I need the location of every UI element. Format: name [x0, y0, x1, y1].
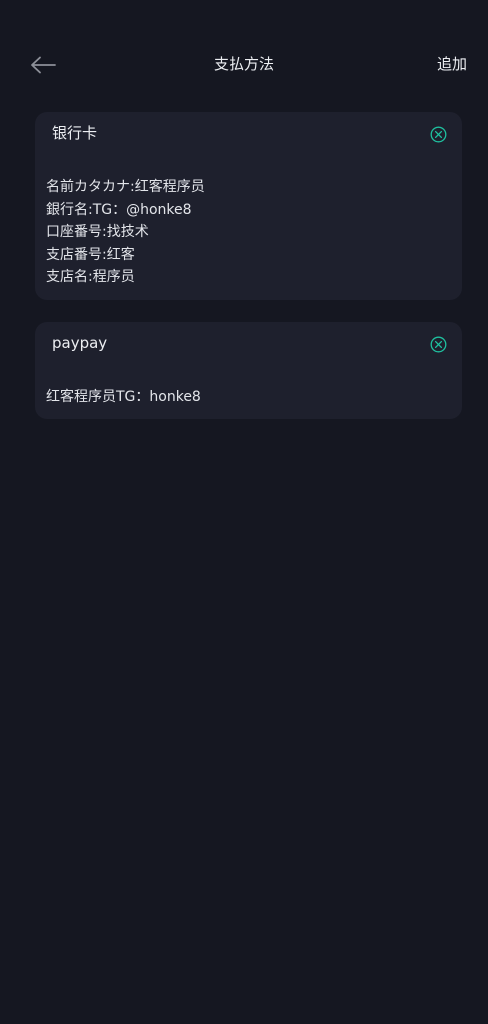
payment-method-details: 红客程序员TG：honke8: [46, 386, 201, 409]
detail-line: 红客程序员TG：honke8: [46, 389, 201, 405]
payment-method-title: paypay: [52, 334, 108, 352]
page-title: 支払方法: [213, 55, 274, 73]
payment-method-details: 名前カタカナ:红客程序员 銀行名:TG：@honke8 口座番号:找技术 支店番…: [46, 176, 205, 289]
circle-x-icon: [430, 336, 447, 353]
detail-line: 口座番号:找技术: [46, 224, 149, 240]
remove-button[interactable]: [430, 336, 447, 353]
detail-line: 銀行名:TG：@honke8: [46, 201, 192, 218]
detail-line: 名前カタカナ:红客程序员: [46, 179, 205, 195]
detail-line: 支店番号:红客: [46, 246, 135, 263]
remove-button[interactable]: [430, 126, 447, 143]
circle-x-icon: [430, 126, 447, 143]
add-button[interactable]: 追加: [437, 53, 467, 75]
payment-method-card-paypay: paypay 红客程序员TG：honke8: [35, 322, 462, 419]
payment-method-card-bank: 银行卡 名前カタカナ:红客程序员 銀行名:TG：@honke8 口座番号:找技术…: [35, 112, 462, 300]
detail-line: 支店名:程序员: [46, 269, 135, 285]
payment-method-title: 银行卡: [52, 124, 98, 142]
header: 支払方法 追加: [0, 0, 488, 128]
